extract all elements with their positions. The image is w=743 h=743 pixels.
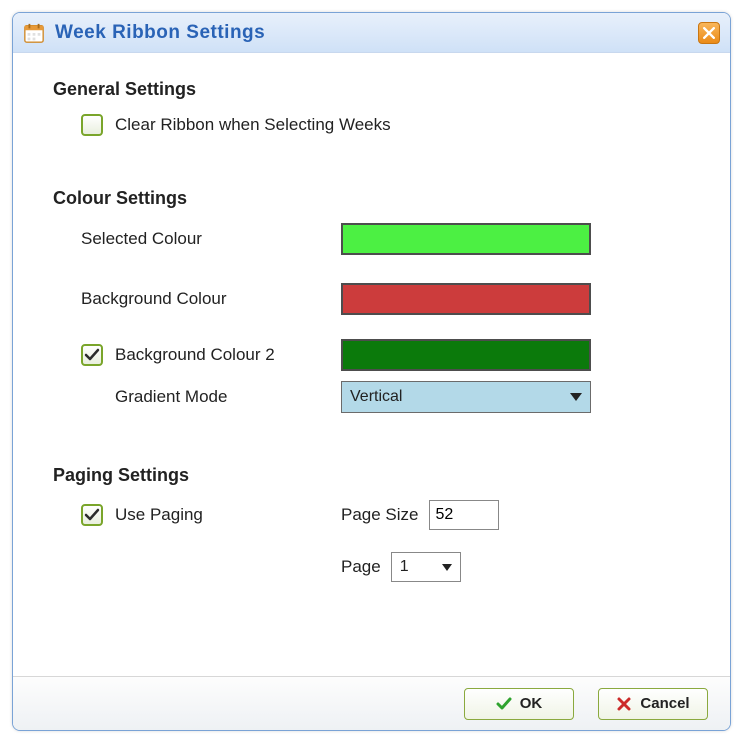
background-colour-label: Background Colour (81, 289, 341, 309)
use-paging-label: Use Paging (115, 505, 203, 525)
close-button[interactable] (698, 22, 720, 44)
gradient-mode-value: Vertical (350, 388, 402, 406)
ok-button[interactable]: OK (464, 688, 574, 720)
selected-colour-label: Selected Colour (81, 229, 341, 249)
close-icon (703, 27, 715, 39)
check-icon (496, 696, 512, 712)
dialog-footer: OK Cancel (13, 676, 730, 730)
background-colour-2-swatch[interactable] (341, 339, 591, 371)
cross-icon (616, 696, 632, 712)
clear-ribbon-checkbox[interactable] (81, 114, 103, 136)
chevron-down-icon (570, 393, 582, 401)
titlebar: Week Ribbon Settings (13, 13, 730, 53)
dialog-title: Week Ribbon Settings (55, 22, 688, 44)
background-colour-2-checkbox[interactable] (81, 344, 103, 366)
page-size-label: Page Size (341, 505, 419, 525)
clear-ribbon-label: Clear Ribbon when Selecting Weeks (115, 115, 391, 135)
page-value: 1 (400, 558, 409, 576)
ok-label: OK (520, 695, 543, 712)
use-paging-checkbox[interactable] (81, 504, 103, 526)
week-ribbon-settings-dialog: Week Ribbon Settings General Settings Cl… (12, 12, 731, 731)
page-size-input[interactable] (429, 500, 499, 530)
gradient-mode-label: Gradient Mode (81, 387, 341, 407)
colour-settings-header: Colour Settings (53, 188, 690, 209)
gradient-mode-select[interactable]: Vertical (341, 381, 591, 413)
background-colour-swatch[interactable] (341, 283, 591, 315)
cancel-label: Cancel (640, 695, 689, 712)
calendar-icon (23, 22, 45, 44)
chevron-down-icon (442, 564, 452, 571)
dialog-body: General Settings Clear Ribbon when Selec… (13, 53, 730, 676)
general-settings-header: General Settings (53, 79, 690, 100)
page-select[interactable]: 1 (391, 552, 461, 582)
selected-colour-swatch[interactable] (341, 223, 591, 255)
background-colour-2-label: Background Colour 2 (115, 345, 275, 365)
page-label: Page (341, 557, 381, 577)
cancel-button[interactable]: Cancel (598, 688, 708, 720)
paging-settings-header: Paging Settings (53, 465, 690, 486)
